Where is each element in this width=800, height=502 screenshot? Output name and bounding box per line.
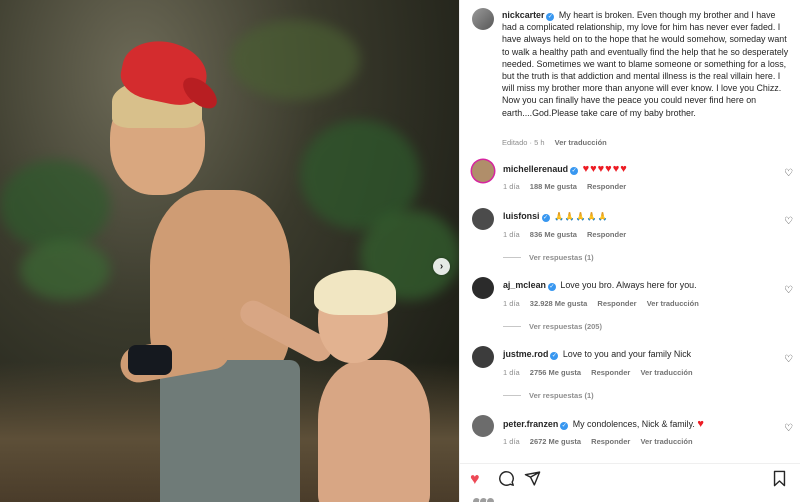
caption-text: nickcarter ✓ My heart is broken. Even tho… — [502, 9, 792, 119]
heart-outline-icon[interactable]: ♡ — [784, 216, 793, 227]
post-sidebar: nickcarter ✓ My heart is broken. Even tho… — [459, 0, 800, 502]
post-action-bar: ♥ — [460, 463, 800, 495]
comment-likes[interactable]: 188 Me gusta — [530, 182, 577, 191]
chevron-right-icon[interactable]: › — [433, 258, 450, 275]
comment-body: luisfonsi ✓ 🙏🙏🙏🙏🙏 — [503, 211, 609, 222]
verified-badge-icon: ✓ — [550, 352, 559, 360]
comment-body: peter.franzen ✓ My condolences, Nick & fa… — [503, 418, 705, 430]
verified-badge-icon: ✓ — [560, 422, 569, 430]
comments-list: nickcarter ✓ My heart is broken. Even tho… — [460, 0, 800, 458]
comment-likes[interactable]: 2756 Me gusta — [530, 368, 581, 377]
red-heart-emoji: ♥ — [697, 418, 705, 430]
comment-username[interactable]: peter.franzen — [503, 419, 558, 429]
reply-button[interactable]: Responder — [597, 299, 636, 308]
comment-item: aj_mclean ✓ Love you bro. Always here for… — [460, 277, 800, 317]
comment-likes[interactable]: 32.928 Me gusta — [530, 299, 588, 308]
translate-link[interactable]: Ver traducción — [555, 138, 607, 147]
translate-link[interactable]: Ver traducción — [640, 368, 692, 377]
foliage — [20, 240, 110, 300]
comment-time: 1 día — [503, 230, 520, 239]
replies-divider — [503, 326, 521, 327]
comment-text: Love to you and your family Nick — [562, 349, 692, 359]
comment-text: 🙏🙏🙏🙏🙏 — [553, 212, 609, 221]
comment-bubble-svg — [499, 471, 514, 486]
comment-meta: 1 día 836 Me gusta Responder — [503, 230, 634, 239]
comment-body: michellerenaud ✓ ♥♥♥♥♥♥ — [503, 163, 628, 175]
avatar[interactable] — [472, 208, 494, 230]
edited-time: Editado · 5 h — [502, 138, 545, 147]
comment-likes[interactable]: 2672 Me gusta — [530, 437, 581, 446]
comment-item: michellerenaud ✓ ♥♥♥♥♥♥ 1 día 188 Me gust… — [460, 160, 800, 200]
comment-likes[interactable]: 836 Me gusta — [530, 230, 577, 239]
heart-outline-icon[interactable]: ♡ — [784, 354, 793, 365]
reply-button[interactable]: Responder — [587, 230, 626, 239]
comment-bubble-icon[interactable] — [498, 470, 515, 493]
comment-meta: 1 día 188 Me gusta Responder — [503, 182, 634, 191]
younger-boy-body — [318, 360, 430, 502]
comment-username[interactable]: luisfonsi — [503, 211, 540, 221]
camera-object — [128, 345, 172, 375]
comment-time: 1 día — [503, 182, 520, 191]
avatar[interactable] — [472, 8, 494, 30]
heart-filled-icon[interactable]: ♥ — [470, 470, 480, 490]
foliage — [0, 160, 110, 250]
comment-text: My condolences, Nick & family. — [572, 419, 695, 429]
comment-meta: 1 día 2672 Me gusta Responder Ver traduc… — [503, 437, 701, 446]
reply-button[interactable]: Responder — [587, 182, 626, 191]
view-replies-label: Ver respuestas (205) — [529, 322, 602, 331]
liked-by-avatars[interactable] — [472, 497, 512, 502]
view-replies-label: Ver respuestas (1) — [529, 391, 594, 400]
verified-badge-icon: ✓ — [547, 283, 556, 291]
comment-item: justme.rod ✓ Love to you and your family … — [460, 346, 800, 386]
comment-time: 1 día — [503, 437, 520, 446]
comment-item: peter.franzen ✓ My condolences, Nick & fa… — [460, 415, 800, 455]
post-photo[interactable]: › — [0, 0, 459, 502]
avatar[interactable] — [472, 160, 494, 182]
older-boy-pants — [160, 360, 300, 502]
view-replies-button[interactable]: Ver respuestas (1) — [503, 391, 594, 400]
caption-meta: Editado · 5 h Ver traducción — [502, 138, 615, 147]
comment-username[interactable]: aj_mclean — [503, 280, 546, 290]
comment-body: justme.rod ✓ Love to you and your family … — [503, 349, 691, 360]
comment-text: Love you bro. Always here for you. — [560, 280, 697, 290]
translate-link[interactable]: Ver traducción — [647, 299, 699, 308]
avatar[interactable] — [472, 346, 494, 368]
comment-username[interactable]: michellerenaud — [503, 164, 568, 174]
reply-button[interactable]: Responder — [591, 368, 630, 377]
comment-text: ♥♥♥♥♥♥ — [582, 163, 628, 175]
bookmark-svg — [773, 470, 786, 487]
bookmark-icon[interactable] — [772, 470, 787, 493]
heart-outline-icon[interactable]: ♡ — [784, 168, 793, 179]
caption-body: My heart is broken. Even though my broth… — [502, 10, 789, 118]
paper-plane-svg — [524, 471, 541, 486]
comment-meta: 1 día 2756 Me gusta Responder Ver traduc… — [503, 368, 701, 377]
view-replies-label: Ver respuestas (1) — [529, 253, 594, 262]
foliage — [230, 20, 360, 100]
translate-link[interactable]: Ver traducción — [640, 437, 692, 446]
caption-username[interactable]: nickcarter — [502, 10, 544, 20]
view-replies-button[interactable]: Ver respuestas (1) — [503, 253, 594, 262]
paper-plane-icon[interactable] — [524, 470, 541, 493]
verified-badge-icon: ✓ — [546, 13, 555, 21]
heart-outline-icon[interactable]: ♡ — [784, 423, 793, 434]
comment-meta: 1 día 32.928 Me gusta Responder Ver trad… — [503, 299, 707, 308]
avatar[interactable] — [472, 277, 494, 299]
replies-divider — [503, 257, 521, 258]
comment-username[interactable]: justme.rod — [503, 349, 548, 359]
comment-time: 1 día — [503, 299, 520, 308]
comment-time: 1 día — [503, 368, 520, 377]
comment-item: luisfonsi ✓ 🙏🙏🙏🙏🙏 1 día 836 Me gusta Resp… — [460, 208, 800, 248]
heart-outline-icon[interactable]: ♡ — [784, 285, 793, 296]
replies-divider — [503, 395, 521, 396]
comment-body: aj_mclean ✓ Love you bro. Always here for… — [503, 280, 697, 291]
verified-badge-icon: ✓ — [541, 214, 550, 222]
reply-button[interactable]: Responder — [591, 437, 630, 446]
avatar[interactable] — [472, 415, 494, 437]
verified-badge-icon: ✓ — [570, 167, 579, 175]
view-replies-button[interactable]: Ver respuestas (205) — [503, 322, 602, 331]
younger-boy-hair — [314, 270, 396, 315]
